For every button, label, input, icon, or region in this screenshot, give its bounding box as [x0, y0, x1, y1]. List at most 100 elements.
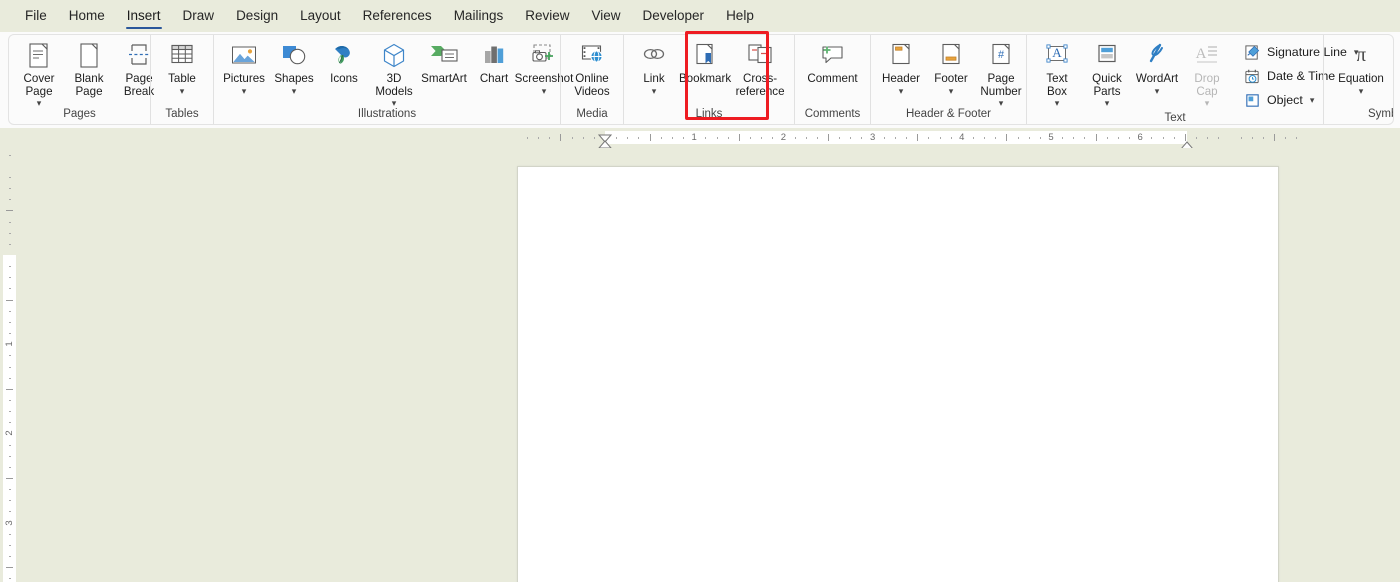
- tab-review[interactable]: Review: [514, 3, 580, 29]
- cover-page-button[interactable]: Cover Page ▾: [14, 38, 64, 108]
- quick-parts-button[interactable]: Quick Parts ▾: [1082, 38, 1132, 108]
- right-indent-marker[interactable]: [1180, 137, 1194, 148]
- blank-page-button[interactable]: Blank Page: [64, 38, 114, 98]
- 3d-models-button[interactable]: 3D Models ▾: [369, 38, 419, 108]
- ribbon-group-links: Link ▾ Bookmark Cross- reference Links: [623, 35, 794, 124]
- ruler-tick-minor: [1285, 137, 1287, 139]
- equation-button[interactable]: π Equation ▾: [1329, 38, 1393, 96]
- tab-file[interactable]: File: [14, 3, 58, 29]
- ruler-tick-minor-vertical: [9, 199, 11, 201]
- online-videos-button[interactable]: Online Videos: [566, 38, 618, 98]
- vertical-ruler[interactable]: 1 2 3: [0, 148, 20, 582]
- document-text[interactable]: [518, 167, 1278, 263]
- chart-button[interactable]: Chart: [469, 38, 519, 86]
- chevron-down-icon[interactable]: ▾: [899, 86, 904, 96]
- ruler-tick-major-vertical: [6, 210, 13, 212]
- chevron-down-icon[interactable]: ▾: [999, 98, 1004, 108]
- chevron-down-icon[interactable]: ▾: [949, 86, 954, 96]
- ruler-number-vertical: 1: [4, 341, 15, 347]
- ruler-tick-minor: [571, 137, 573, 139]
- tab-references[interactable]: References: [352, 3, 443, 29]
- quick-parts-icon: [1093, 41, 1121, 71]
- chevron-down-icon[interactable]: ▾: [542, 86, 547, 96]
- group-label-tables: Tables: [165, 108, 199, 120]
- ribbon-group-comments: Comment Comments: [794, 35, 870, 124]
- ruler-tick-minor: [894, 137, 896, 139]
- ruler-tick-minor: [616, 137, 618, 139]
- tab-developer[interactable]: Developer: [632, 3, 716, 29]
- chevron-down-icon[interactable]: ▾: [1155, 86, 1160, 96]
- footer-button[interactable]: Footer ▾: [926, 38, 976, 96]
- chevron-down-icon[interactable]: ▾: [1205, 98, 1210, 108]
- ruler-tick-minor: [1218, 137, 1220, 139]
- tab-design[interactable]: Design: [225, 3, 289, 29]
- ruler-tick-minor: [984, 137, 986, 139]
- ruler-tick-minor-vertical: [9, 411, 11, 413]
- drop-cap-icon: A: [1193, 41, 1221, 71]
- chevron-down-icon[interactable]: ▾: [37, 98, 42, 108]
- wordart-icon: [1143, 41, 1171, 71]
- chevron-down-icon[interactable]: ▾: [1359, 86, 1364, 96]
- table-button[interactable]: Table ▾: [156, 38, 208, 96]
- word-window: File Home Insert Draw Design Layout Refe…: [0, 0, 1400, 582]
- ruler-tick-minor: [749, 137, 751, 139]
- cover-page-icon: [26, 41, 52, 71]
- tab-mailings[interactable]: Mailings: [443, 3, 515, 29]
- chevron-down-icon[interactable]: ▾: [392, 98, 397, 108]
- ruler-tick-minor: [761, 137, 763, 139]
- ruler-tick-minor: [1117, 137, 1119, 139]
- ruler-tick-minor-vertical: [9, 500, 11, 502]
- horizontal-ruler[interactable]: 1 2 3 4 5 6: [0, 128, 1400, 148]
- tab-view[interactable]: View: [580, 3, 631, 29]
- tab-home[interactable]: Home: [58, 3, 116, 29]
- ruler-tick-minor: [1195, 137, 1197, 139]
- ruler-tick-minor: [627, 137, 629, 139]
- chevron-down-icon[interactable]: ▾: [292, 86, 297, 96]
- ruler-tick-minor-vertical: [9, 176, 11, 178]
- ruler-tick-minor-vertical: [9, 321, 11, 323]
- tab-layout[interactable]: Layout: [289, 3, 352, 29]
- wordart-button[interactable]: WordArt ▾: [1132, 38, 1182, 96]
- page-number-icon: #: [987, 41, 1015, 71]
- comment-button[interactable]: Comment: [800, 38, 865, 86]
- ruler-tick-minor: [928, 137, 930, 139]
- smartart-button[interactable]: SmartArt: [419, 38, 469, 86]
- shapes-button[interactable]: Shapes ▾: [269, 38, 319, 96]
- chevron-down-icon[interactable]: ▾: [1105, 98, 1110, 108]
- chevron-down-icon[interactable]: ▾: [180, 86, 185, 96]
- symbol-button[interactable]: Ω Symbol ▾: [1393, 38, 1394, 96]
- wordart-label: WordArt: [1135, 72, 1179, 85]
- pictures-button[interactable]: Pictures ▾: [219, 38, 269, 96]
- tab-help[interactable]: Help: [715, 3, 765, 29]
- ruler-tick-minor: [1262, 137, 1264, 139]
- chevron-down-icon[interactable]: ▾: [1310, 95, 1315, 106]
- cross-reference-button[interactable]: Cross- reference: [731, 38, 789, 98]
- link-button[interactable]: Link ▾: [629, 38, 679, 96]
- chevron-down-icon[interactable]: ▾: [242, 86, 247, 96]
- document-page[interactable]: [517, 166, 1279, 582]
- text-box-button[interactable]: A Text Box ▾: [1032, 38, 1082, 108]
- ruler-tick-minor: [549, 137, 551, 139]
- tab-insert[interactable]: Insert: [116, 3, 172, 29]
- chevron-down-icon[interactable]: ▾: [1055, 98, 1060, 108]
- ribbon-group-media: Online Videos Media: [560, 35, 623, 124]
- chevron-down-icon[interactable]: ▾: [652, 86, 657, 96]
- tab-draw[interactable]: Draw: [172, 3, 226, 29]
- document-canvas[interactable]: [20, 148, 1400, 582]
- ruler-tick-minor: [538, 137, 540, 139]
- pictures-label: Pictures: [223, 72, 265, 85]
- equation-label: Equation: [1338, 72, 1384, 85]
- page-break-icon: [126, 41, 152, 71]
- table-icon: [168, 41, 196, 71]
- ruler-number: 1: [691, 132, 697, 143]
- bookmark-button[interactable]: Bookmark: [679, 38, 731, 86]
- header-button[interactable]: Header ▾: [876, 38, 926, 96]
- page-number-button[interactable]: # Page Number ▾: [976, 38, 1026, 108]
- icons-button[interactable]: Icons: [319, 38, 369, 86]
- ruler-tick-minor: [1017, 137, 1019, 139]
- ruler-tick-minor: [1240, 137, 1242, 139]
- drop-cap-button[interactable]: A Drop Cap ▾: [1182, 38, 1232, 108]
- ruler-tick-minor-vertical: [9, 221, 11, 223]
- online-videos-icon: [578, 41, 606, 71]
- ruler-tick-minor: [660, 137, 662, 139]
